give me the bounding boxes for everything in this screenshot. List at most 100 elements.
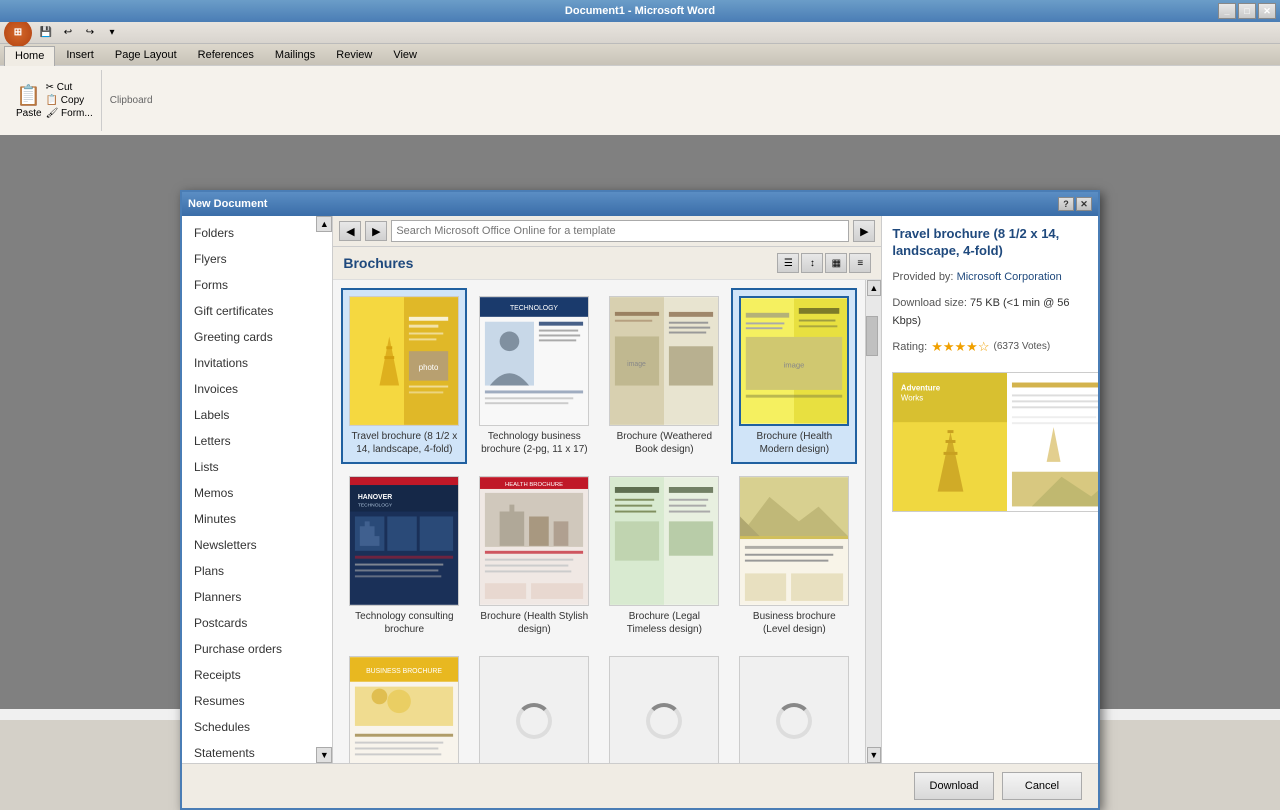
scrollbar-thumb[interactable] (866, 316, 878, 356)
undo-qat-btn[interactable]: ↩ (58, 24, 78, 42)
sidebar-item-letters[interactable]: Letters (182, 428, 332, 454)
sidebar-item-minutes[interactable]: Minutes (182, 506, 332, 532)
ribbon-content: 📋 Paste ✂ Cut 📋 Copy 🖌 Form... Clipboard (0, 65, 1280, 135)
office-button[interactable]: ⊞ (4, 19, 32, 47)
sidebar-item-gift-certificates[interactable]: Gift certificates (182, 298, 332, 324)
view-detail-btn[interactable]: ≡ (849, 253, 871, 273)
cut-copy-format: ✂ Cut 📋 Copy 🖌 Form... (46, 82, 93, 119)
loading-spinner-professional (646, 703, 682, 739)
sidebar-item-schedules[interactable]: Schedules (182, 714, 332, 740)
template-thumb-legal (609, 476, 719, 606)
template-item-legal-timeless[interactable]: Brochure (Legal Timeless design) (601, 468, 727, 644)
sidebar-item-purchase-orders[interactable]: Purchase orders (182, 636, 332, 662)
template-item-travel-brochure[interactable]: photo Travel brochure (8 1/2 x 14, lands… (341, 288, 467, 464)
template-item-tech-business[interactable]: TECHNOLOGY (471, 288, 597, 464)
template-grid-wrapper: photo Travel brochure (8 1/2 x 14, lands… (333, 280, 865, 763)
tab-review[interactable]: Review (326, 46, 382, 65)
download-button[interactable]: Download (914, 772, 994, 800)
close-btn[interactable]: ✕ (1258, 3, 1276, 19)
back-btn[interactable]: ◀ (339, 221, 361, 241)
forward-btn[interactable]: ▶ (365, 221, 387, 241)
tab-references[interactable]: References (188, 46, 264, 65)
tab-page-layout[interactable]: Page Layout (105, 46, 187, 65)
format-painter-btn[interactable]: 🖌 Form... (46, 108, 93, 119)
template-grid: photo Travel brochure (8 1/2 x 14, lands… (333, 280, 865, 763)
section-header: Brochures ☰ ↕ ▦ ≡ (333, 247, 881, 280)
sidebar-item-newsletters[interactable]: Newsletters (182, 532, 332, 558)
qat-more-btn[interactable]: ▾ (102, 24, 122, 42)
svg-text:image: image (628, 361, 647, 368)
sidebar-item-forms[interactable]: Forms (182, 272, 332, 298)
title-bar: Document1 - Microsoft Word _ □ ✕ (0, 0, 1280, 22)
svg-text:HEALTH BROCHURE: HEALTH BROCHURE (505, 482, 563, 488)
detail-rating: Rating: ★★★★☆ (6373 Votes) (892, 338, 1088, 356)
cancel-button[interactable]: Cancel (1002, 772, 1082, 800)
minimize-btn[interactable]: _ (1218, 3, 1236, 19)
svg-text:photo: photo (419, 363, 439, 372)
sidebar-item-resumes[interactable]: Resumes (182, 688, 332, 714)
tab-mailings[interactable]: Mailings (265, 46, 325, 65)
office-logo: ⊞ (14, 27, 22, 38)
scrollbar-track (866, 296, 881, 747)
sidebar-item-statements[interactable]: Statements (182, 740, 332, 763)
scroll-up-btn[interactable]: ▲ (867, 280, 881, 296)
template-item-business-half[interactable]: BUSINESS BROCHURE (341, 648, 467, 763)
scroll-down-btn[interactable]: ▼ (867, 747, 881, 763)
sidebar-item-receipts[interactable]: Receipts (182, 662, 332, 688)
copy-btn[interactable]: 📋 Copy (46, 95, 93, 106)
sidebar-item-planners[interactable]: Planners (182, 584, 332, 610)
template-item-weathered-book[interactable]: image (601, 288, 727, 464)
provided-by-value: Microsoft Corporation (957, 271, 1062, 283)
sidebar-scroll-down[interactable]: ▼ (316, 747, 332, 763)
cut-btn[interactable]: ✂ Cut (46, 82, 93, 93)
title-bar-controls: _ □ ✕ (1218, 3, 1276, 19)
sidebar-scroll-up[interactable]: ▲ (316, 216, 332, 232)
redo-qat-btn[interactable]: ↪ (80, 24, 100, 42)
dialog-body: ▲ Folders Flyers Forms Gift certificates… (182, 216, 1098, 763)
sidebar-item-flyers[interactable]: Flyers (182, 246, 332, 272)
dialog-close-btn[interactable]: ✕ (1076, 197, 1092, 211)
template-thumb-biz-level (739, 476, 849, 606)
sidebar-item-labels[interactable]: Labels (182, 402, 332, 428)
ribbon-more: Clipboard (102, 95, 161, 106)
sidebar-item-plans[interactable]: Plans (182, 558, 332, 584)
tab-home[interactable]: Home (4, 46, 55, 66)
sidebar-item-greeting-cards[interactable]: Greeting cards (182, 324, 332, 350)
sidebar-item-postcards[interactable]: Postcards (182, 610, 332, 636)
template-item-professional-services[interactable]: Professional services (601, 648, 727, 763)
tab-insert[interactable]: Insert (56, 46, 104, 65)
view-list-btn[interactable]: ☰ (777, 253, 799, 273)
template-item-business-level[interactable]: Business brochure (Level design) (731, 468, 857, 644)
sidebar-item-lists[interactable]: Lists (182, 454, 332, 480)
save-qat-btn[interactable]: 💾 (36, 24, 56, 42)
view-sort-btn[interactable]: ↕ (801, 253, 823, 273)
restore-btn[interactable]: □ (1238, 3, 1256, 19)
search-input[interactable] (391, 220, 849, 242)
word-window: Document1 - Microsoft Word _ □ ✕ ⊞ 💾 ↩ ↪… (0, 0, 1280, 720)
provided-by-label: Provided by: (892, 271, 953, 283)
sidebar-item-memos[interactable]: Memos (182, 480, 332, 506)
template-name-tech-consult: Technology consulting brochure (349, 610, 459, 636)
search-go-btn[interactable]: ▶ (853, 220, 875, 242)
view-thumb-btn[interactable]: ▦ (825, 253, 847, 273)
grid-scrollbar: ▲ ▼ (865, 280, 881, 763)
rating-votes: (6373 Votes) (993, 338, 1050, 356)
download-size-label: Download size: (892, 297, 967, 309)
sidebar-item-folders[interactable]: Folders (182, 220, 332, 246)
paste-btn[interactable]: 📋 Paste (16, 83, 42, 119)
ribbon-tabs: Home Insert Page Layout References Maili… (0, 44, 1280, 65)
tab-view[interactable]: View (383, 46, 427, 65)
detail-provided-by: Provided by: Microsoft Corporation (892, 268, 1088, 286)
dialog-help-btn[interactable]: ? (1058, 197, 1074, 211)
template-item-health-stylish[interactable]: HEALTH BROCHURE (471, 468, 597, 644)
template-item-health-modern[interactable]: image Brochure (Health Modern design) (731, 288, 857, 464)
sidebar-item-invitations[interactable]: Invitations (182, 350, 332, 376)
template-item-event-marketing[interactable]: Event marketing (471, 648, 597, 763)
template-item-tech-consulting[interactable]: HANOVER TECHNOLOGY (341, 468, 467, 644)
template-item-business-marketing[interactable]: Business marketing (731, 648, 857, 763)
template-thumb-weathered: image (609, 296, 719, 426)
svg-text:TECHNOLOGY: TECHNOLOGY (358, 503, 393, 509)
sidebar-item-invoices[interactable]: Invoices (182, 376, 332, 402)
template-thumb-travel: photo (349, 296, 459, 426)
clipboard-group: 📋 Paste ✂ Cut 📋 Copy 🖌 Form... (8, 70, 102, 131)
